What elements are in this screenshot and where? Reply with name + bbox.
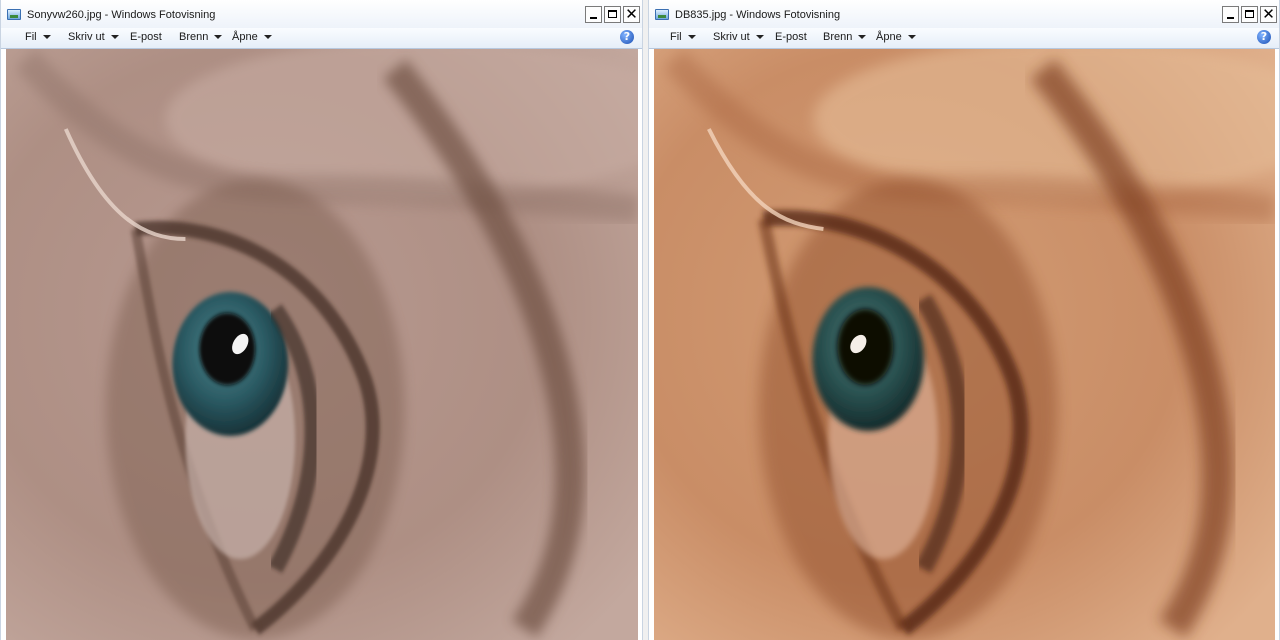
close-button[interactable]: ✕	[1260, 6, 1277, 23]
caption-buttons: ✕	[1222, 6, 1277, 24]
menu-open-label: Åpne	[876, 31, 902, 43]
maximize-icon	[1245, 10, 1254, 18]
chevron-down-icon	[110, 35, 119, 39]
minimize-icon	[1227, 17, 1234, 19]
caption-buttons: ✕	[585, 6, 640, 24]
menu-email-label: E-post	[775, 31, 807, 43]
chevron-down-icon	[214, 35, 223, 39]
menu-open-label: Åpne	[232, 31, 258, 43]
menu-email[interactable]: E-post	[775, 31, 807, 43]
chevron-down-icon	[263, 35, 272, 39]
minimize-icon	[590, 17, 597, 19]
window-title: DB835.jpg - Windows Fotovisning	[675, 9, 841, 21]
photo-display[interactable]	[6, 49, 638, 640]
menu-print[interactable]: Skriv ut	[68, 31, 119, 43]
help-icon[interactable]: ?	[1257, 30, 1271, 44]
eye-photo	[654, 49, 1275, 640]
minimize-button[interactable]	[585, 6, 602, 23]
menu-burn[interactable]: Brenn	[823, 31, 867, 43]
photo-viewer-window-right: DB835.jpg - Windows Fotovisning ✕ Fil Sk…	[648, 0, 1280, 640]
menu-file-label: Fil	[25, 31, 37, 43]
menu-file[interactable]: Fil	[670, 31, 696, 43]
close-button[interactable]: ✕	[623, 6, 640, 23]
chevron-down-icon	[42, 35, 51, 39]
command-bar: Fil Skriv ut E-post Brenn Åpne ?	[649, 28, 1279, 49]
command-bar: Fil Skriv ut E-post Brenn Åpne ?	[1, 28, 642, 49]
menu-file[interactable]: Fil	[25, 31, 51, 43]
window-title: Sonyvw260.jpg - Windows Fotovisning	[27, 9, 216, 21]
title-bar[interactable]: DB835.jpg - Windows Fotovisning ✕	[649, 0, 1279, 28]
menu-burn-label: Brenn	[179, 31, 209, 43]
menu-open[interactable]: Åpne	[232, 31, 272, 43]
help-icon[interactable]: ?	[620, 30, 634, 44]
maximize-button[interactable]	[604, 6, 621, 23]
close-icon: ✕	[625, 5, 638, 23]
photo-viewer-app-icon[interactable]	[7, 9, 21, 20]
menu-file-label: Fil	[670, 31, 682, 43]
menu-burn-label: Brenn	[823, 31, 853, 43]
photo-viewer-window-left: Sonyvw260.jpg - Windows Fotovisning ✕ Fi…	[0, 0, 643, 640]
maximize-button[interactable]	[1241, 6, 1258, 23]
menu-email-label: E-post	[130, 31, 162, 43]
chevron-down-icon	[858, 35, 867, 39]
menu-print-label: Skriv ut	[713, 31, 750, 43]
menu-email[interactable]: E-post	[130, 31, 162, 43]
menu-burn[interactable]: Brenn	[179, 31, 223, 43]
close-icon: ✕	[1262, 5, 1275, 23]
chevron-down-icon	[755, 35, 764, 39]
chevron-down-icon	[907, 35, 916, 39]
maximize-icon	[608, 10, 617, 18]
chevron-down-icon	[687, 35, 696, 39]
title-bar[interactable]: Sonyvw260.jpg - Windows Fotovisning ✕	[1, 0, 642, 28]
menu-open[interactable]: Åpne	[876, 31, 916, 43]
menu-print-label: Skriv ut	[68, 31, 105, 43]
photo-viewer-app-icon[interactable]	[655, 9, 669, 20]
minimize-button[interactable]	[1222, 6, 1239, 23]
photo-display[interactable]	[654, 49, 1275, 640]
eye-photo	[6, 49, 638, 640]
menu-print[interactable]: Skriv ut	[713, 31, 764, 43]
